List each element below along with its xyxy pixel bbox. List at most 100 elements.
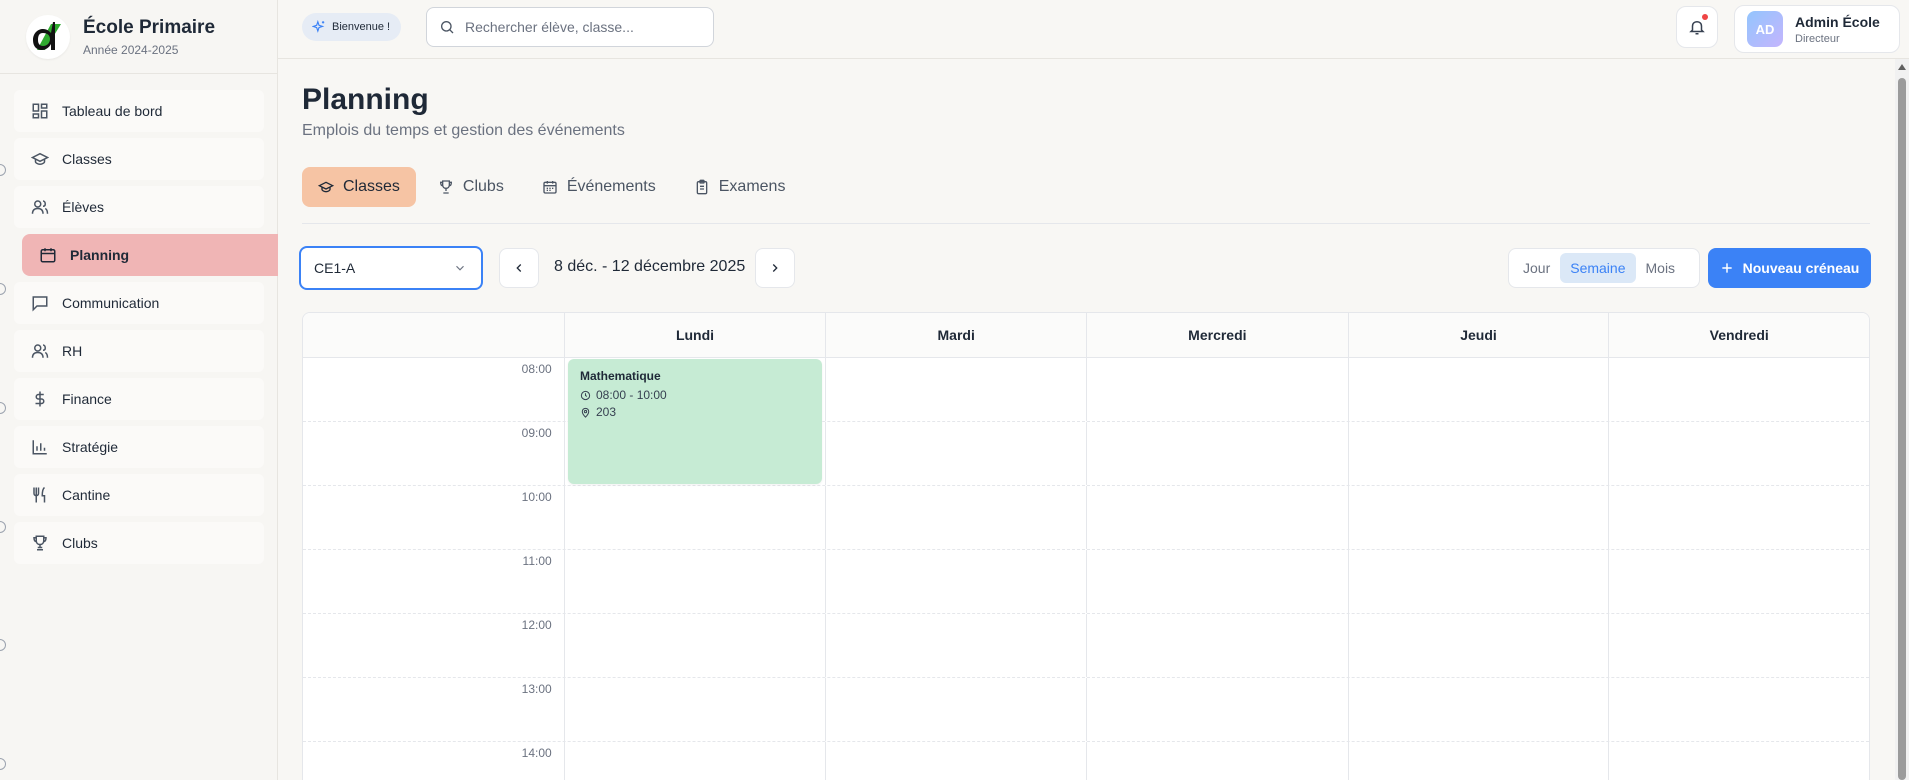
trophy-icon <box>30 533 50 553</box>
tab-label: Examens <box>718 178 786 195</box>
sidebar-item-clubs[interactable]: Clubs <box>14 522 264 564</box>
time-slot[interactable] <box>1086 742 1348 780</box>
time-slot[interactable] <box>1608 742 1869 780</box>
week-calendar: Lundi Mardi Mercredi Jeudi Vendredi 08:0… <box>302 312 1870 780</box>
time-slot[interactable] <box>1086 550 1348 613</box>
welcome-badge: Bienvenue ! <box>302 13 402 41</box>
sidebar-item-rh[interactable]: RH <box>14 330 264 372</box>
time-slot[interactable] <box>1347 614 1609 677</box>
divider <box>302 223 1870 224</box>
time-slot[interactable] <box>1608 678 1869 741</box>
scrollbar-thumb[interactable] <box>1898 78 1906 780</box>
graduation-cap-icon <box>30 149 50 169</box>
time-slot[interactable] <box>1086 614 1348 677</box>
school-year: Année 2024-2025 <box>83 42 179 57</box>
time-slot[interactable] <box>1347 678 1609 741</box>
tab-examens[interactable]: Examens <box>678 167 802 207</box>
sidebar-item-finance[interactable]: Finance <box>14 378 264 420</box>
time-slot[interactable] <box>1347 358 1609 421</box>
hour-label: 09:00 <box>521 426 552 440</box>
time-slot[interactable] <box>563 678 826 741</box>
welcome-text: Bienvenue ! <box>332 21 391 33</box>
sidebar-item-communication[interactable]: Communication <box>14 282 264 324</box>
time-slot[interactable] <box>1086 486 1348 549</box>
time-slot[interactable] <box>563 550 826 613</box>
time-slot[interactable] <box>1608 550 1869 613</box>
sidebar-item-label: Élèves <box>62 199 105 215</box>
school-logo <box>26 14 70 59</box>
scroll-up-arrow[interactable] <box>1898 64 1906 70</box>
sidebar-item-label: RH <box>62 343 83 359</box>
time-slot[interactable] <box>825 486 1086 549</box>
time-slot[interactable] <box>563 614 826 677</box>
time-slot[interactable] <box>1347 550 1609 613</box>
time-slot[interactable] <box>825 678 1086 741</box>
time-slot[interactable] <box>825 550 1086 613</box>
tab-label: Clubs <box>462 178 504 195</box>
page-subtitle: Emplois du temps et gestion des événemen… <box>302 122 625 139</box>
dollar-icon <box>30 389 50 409</box>
time-slot[interactable] <box>1086 678 1348 741</box>
view-jour-button[interactable]: Jour <box>1513 253 1560 283</box>
time-slot[interactable] <box>563 486 826 549</box>
event-title: Mathematique <box>580 369 661 383</box>
top-bar: Bienvenue ! AD Admin École Directeur <box>278 0 1909 59</box>
tab-classes[interactable]: Classes <box>302 167 416 207</box>
hour-row: 10:00 <box>303 486 1869 550</box>
time-slot[interactable] <box>563 742 826 780</box>
sidebar-item-tableau-de-bord[interactable]: Tableau de bord <box>14 90 264 132</box>
day-header: Vendredi <box>1608 313 1869 357</box>
hour-row: 13:00 <box>303 678 1869 742</box>
previous-week-button[interactable] <box>499 248 539 288</box>
sidebar-item-strategie[interactable]: Stratégie <box>14 426 264 468</box>
time-slot[interactable] <box>1347 486 1609 549</box>
time-slot[interactable] <box>1347 742 1609 780</box>
school-name: École Primaire <box>83 16 216 38</box>
sidebar-item-planning[interactable]: Planning <box>22 234 278 276</box>
time-slot[interactable] <box>825 614 1086 677</box>
sidebar-item-classes[interactable]: Classes <box>14 138 264 180</box>
time-slot[interactable] <box>1086 358 1348 421</box>
time-slot[interactable] <box>1608 358 1869 421</box>
hour-row: 14:00 <box>303 742 1869 780</box>
tab-label: Événements <box>566 178 656 195</box>
time-slot[interactable] <box>1347 422 1609 485</box>
time-slot[interactable] <box>1608 486 1869 549</box>
time-slot[interactable] <box>1608 614 1869 677</box>
calendar-event[interactable]: Mathematique 08:00 - 10:00 203 <box>568 359 822 484</box>
calendar-controls: CE1-A 8 déc. - 12 décembre 2025 Jour Sem… <box>299 246 1871 290</box>
search-box[interactable] <box>426 7 714 47</box>
clock-icon <box>580 390 591 401</box>
view-mois-button[interactable]: Mois <box>1636 253 1686 283</box>
time-column-header <box>303 313 564 357</box>
time-slot[interactable] <box>825 742 1086 780</box>
sidebar-item-eleves[interactable]: Élèves <box>14 186 264 228</box>
hour-row: 08:00 <box>303 358 1869 422</box>
tab-evenements[interactable]: Événements <box>526 167 672 207</box>
time-slot[interactable] <box>1086 422 1348 485</box>
notifications-button[interactable] <box>1676 6 1718 48</box>
day-header: Mardi <box>825 313 1086 357</box>
bell-icon <box>1688 18 1706 36</box>
calendar-header: Lundi Mardi Mercredi Jeudi Vendredi <box>303 313 1869 358</box>
sidebar-item-cantine[interactable]: Cantine <box>14 474 264 516</box>
time-slot[interactable] <box>1608 422 1869 485</box>
users-icon <box>30 197 50 217</box>
trophy-icon <box>438 179 454 195</box>
class-select[interactable]: CE1-A <box>299 246 483 290</box>
time-slot[interactable] <box>825 422 1086 485</box>
tab-clubs[interactable]: Clubs <box>422 167 520 207</box>
time-slot[interactable] <box>825 358 1086 421</box>
user-profile[interactable]: AD Admin École Directeur <box>1734 5 1900 53</box>
view-semaine-button[interactable]: Semaine <box>1560 253 1636 283</box>
calendar-icon <box>38 245 58 265</box>
dashboard-icon <box>30 101 50 121</box>
new-slot-button[interactable]: Nouveau créneau <box>1708 248 1871 288</box>
map-pin-icon <box>580 407 591 418</box>
hour-label: 11:00 <box>522 554 552 568</box>
search-icon <box>439 19 455 35</box>
hour-row: 09:00 <box>303 422 1869 486</box>
next-week-button[interactable] <box>755 248 795 288</box>
search-input[interactable] <box>465 19 695 35</box>
date-range: 8 déc. - 12 décembre 2025 <box>554 258 746 275</box>
